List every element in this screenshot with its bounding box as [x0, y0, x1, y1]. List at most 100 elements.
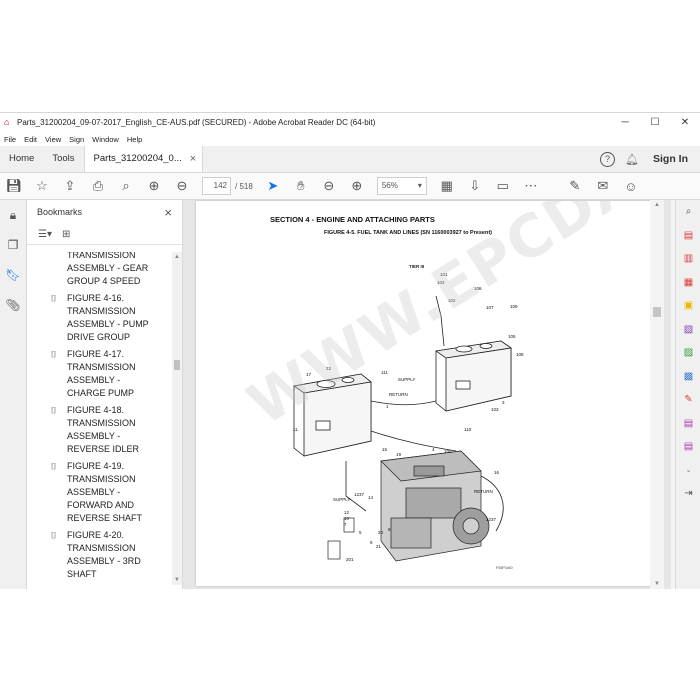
- page-thumbnails-icon[interactable]: ❐: [0, 230, 26, 260]
- bookmarks-icon[interactable]: 🔖︎: [0, 260, 26, 290]
- attachments-icon[interactable]: 📎︎: [0, 290, 26, 320]
- combine-files-icon[interactable]: ▧: [676, 318, 700, 342]
- protect-icon[interactable]: ▤: [676, 412, 700, 436]
- sign-pen-icon[interactable]: ✎: [561, 178, 589, 194]
- scroll-up-icon[interactable]: ▲: [650, 202, 664, 208]
- bookmark-item[interactable]: TRANSMISSION ASSEMBLY - GEAR GROUP 4 SPE…: [27, 252, 171, 288]
- comment-icon[interactable]: ▭: [489, 178, 517, 194]
- bookmark-item[interactable]: ⌷ FIGURE 4-17. TRANSMISSION ASSEMBLY - C…: [27, 348, 171, 400]
- callout-label: 1: [386, 404, 389, 409]
- add-bookmark-icon[interactable]: ⊞: [62, 229, 70, 240]
- tab-close-icon[interactable]: ×: [190, 146, 196, 172]
- upload-cloud-icon[interactable]: ⇪: [56, 178, 84, 194]
- figure-code: FS6P3440: [496, 566, 513, 570]
- zoom-level-value: 56%: [381, 181, 398, 190]
- scroll-down-icon[interactable]: ▼: [650, 581, 664, 587]
- share-user-icon[interactable]: ☺: [617, 179, 645, 194]
- scroll-up-icon[interactable]: ▲: [172, 254, 182, 260]
- menu-sign[interactable]: Sign: [65, 135, 88, 144]
- bookmark-item[interactable]: ⌷ FIGURE 4-19. TRANSMISSION ASSEMBLY - F…: [27, 460, 171, 525]
- tab-home[interactable]: Home: [0, 146, 43, 172]
- sign-in-button[interactable]: Sign In: [653, 153, 688, 165]
- comment-tool-icon[interactable]: ▣: [676, 294, 700, 318]
- menu-bar: File Edit View Sign Window Help: [0, 132, 700, 146]
- zoom-search-icon[interactable]: ⌕: [112, 178, 140, 194]
- page-separator: /: [235, 181, 238, 191]
- menu-window[interactable]: Window: [88, 135, 123, 144]
- callout-label: 15: [382, 447, 388, 452]
- search-icon[interactable]: ⌕: [676, 200, 700, 224]
- bookmark-icon: ⌷: [51, 461, 57, 471]
- scroll-thumb[interactable]: [653, 307, 661, 317]
- create-pdf-icon[interactable]: ▥: [676, 247, 700, 271]
- callout-label: 16: [494, 470, 500, 475]
- minimize-button[interactable]: ─: [610, 117, 640, 128]
- bookmark-icon: ⌷: [51, 530, 57, 540]
- figure-title: FIGURE 4-5. FUEL TANK AND LINES (SN 1160…: [324, 230, 492, 236]
- scroll-thumb[interactable]: [174, 360, 180, 370]
- redact-icon[interactable]: ▤: [676, 435, 700, 459]
- compress-pdf-icon[interactable]: ▩: [676, 365, 700, 389]
- lock-icon[interactable]: 🔒︎: [0, 200, 26, 230]
- expand-tools-icon[interactable]: ⌄: [676, 459, 700, 483]
- bookmark-star-icon[interactable]: ☆: [28, 178, 56, 194]
- email-icon[interactable]: ✉: [589, 178, 617, 194]
- callout-label: SUPPLY: [398, 377, 415, 382]
- maximize-button[interactable]: ☐: [640, 117, 670, 128]
- bookmark-item[interactable]: ⌷ FIGURE 4-16. TRANSMISSION ASSEMBLY - P…: [27, 292, 171, 344]
- next-page-icon[interactable]: ⊖: [168, 178, 196, 194]
- export-pdf-icon[interactable]: ▤: [676, 224, 700, 248]
- bookmark-label: FIGURE 4-20. TRANSMISSION ASSEMBLY - 3RD…: [67, 530, 141, 579]
- hand-tool-icon[interactable]: ✋︎: [287, 178, 315, 194]
- bookmarks-panel: Bookmarks × ☰▾ ⊞ TRANSMISSION ASSEMBLY -…: [27, 200, 183, 589]
- chevron-down-icon: ▾: [417, 181, 422, 190]
- bookmark-label: FIGURE 4-17. TRANSMISSION ASSEMBLY - CHA…: [67, 349, 136, 398]
- bookmark-item[interactable]: ⌷ FIGURE 4-18. TRANSMISSION ASSEMBLY - R…: [27, 404, 171, 456]
- zoom-level-select[interactable]: 56% ▾: [376, 177, 427, 195]
- notification-bell-icon[interactable]: 🔔︎: [625, 153, 639, 166]
- help-icon[interactable]: ?: [600, 151, 616, 167]
- callout-label: 12: [344, 510, 350, 515]
- callout-label: 20: [378, 530, 384, 535]
- bookmark-label: FIGURE 4-19. TRANSMISSION ASSEMBLY - FOR…: [67, 461, 143, 523]
- callout-label: 108: [516, 352, 524, 357]
- callout-label: 201: [346, 557, 354, 562]
- window-title: Parts_31200204_09-07-2017_English_CE-AUS…: [17, 118, 376, 127]
- close-panel-icon[interactable]: ×: [164, 205, 172, 220]
- document-viewport[interactable]: SECTION 4 - ENGINE AND ATTACHING PARTS F…: [183, 200, 671, 589]
- callout-label: 5: [359, 530, 362, 535]
- zoom-out-icon[interactable]: ⊖: [315, 178, 343, 194]
- tab-tools[interactable]: Tools: [43, 146, 83, 172]
- save-icon[interactable]: 💾︎: [0, 178, 28, 194]
- pdf-page: SECTION 4 - ENGINE AND ATTACHING PARTS F…: [196, 201, 654, 586]
- bookmarks-scrollbar[interactable]: ▲ ▼: [172, 252, 182, 585]
- zoom-in-icon[interactable]: ⊕: [343, 178, 371, 194]
- callout-label: 19: [396, 452, 402, 457]
- more-tools-icon[interactable]: ⋯: [517, 178, 545, 194]
- page-display-icon[interactable]: ▦: [433, 178, 461, 194]
- menu-view[interactable]: View: [41, 135, 65, 144]
- collapse-rail-icon[interactable]: ⇥: [676, 482, 700, 506]
- page-number-input[interactable]: 142: [202, 177, 231, 195]
- bookmark-icon: [51, 252, 67, 288]
- tab-document[interactable]: Parts_31200204_0... ×: [83, 146, 204, 172]
- callout-label: 105: [508, 334, 516, 339]
- fill-sign-icon[interactable]: ✎: [676, 388, 700, 412]
- scroll-down-icon[interactable]: ▼: [172, 577, 182, 583]
- bookmark-label: TRANSMISSION ASSEMBLY - GEAR GROUP 4 SPE…: [67, 252, 149, 286]
- close-button[interactable]: ✕: [670, 117, 700, 128]
- previous-page-icon[interactable]: ⊕: [140, 178, 168, 194]
- print-icon[interactable]: ⎙: [84, 178, 112, 194]
- scroll-mode-icon[interactable]: ⇩: [461, 178, 489, 194]
- select-cursor-icon[interactable]: ➤: [259, 178, 287, 194]
- main-toolbar: 💾︎ ☆ ⇪ ⎙ ⌕ ⊕ ⊖ 142 / 518 ➤ ✋︎ ⊖ ⊕ 56% ▾ ▦…: [0, 173, 700, 200]
- bookmark-options-icon[interactable]: ☰▾: [38, 229, 52, 240]
- organize-pages-icon[interactable]: ▨: [676, 341, 700, 365]
- menu-help[interactable]: Help: [123, 135, 146, 144]
- acrobat-window: ⌂ Parts_31200204_09-07-2017_English_CE-A…: [0, 112, 700, 589]
- menu-edit[interactable]: Edit: [20, 135, 41, 144]
- bookmark-item[interactable]: ⌷ FIGURE 4-20. TRANSMISSION ASSEMBLY - 3…: [27, 529, 171, 581]
- document-scrollbar[interactable]: ▲ ▼: [650, 200, 664, 589]
- edit-pdf-icon[interactable]: ▦: [676, 271, 700, 295]
- menu-file[interactable]: File: [0, 135, 20, 144]
